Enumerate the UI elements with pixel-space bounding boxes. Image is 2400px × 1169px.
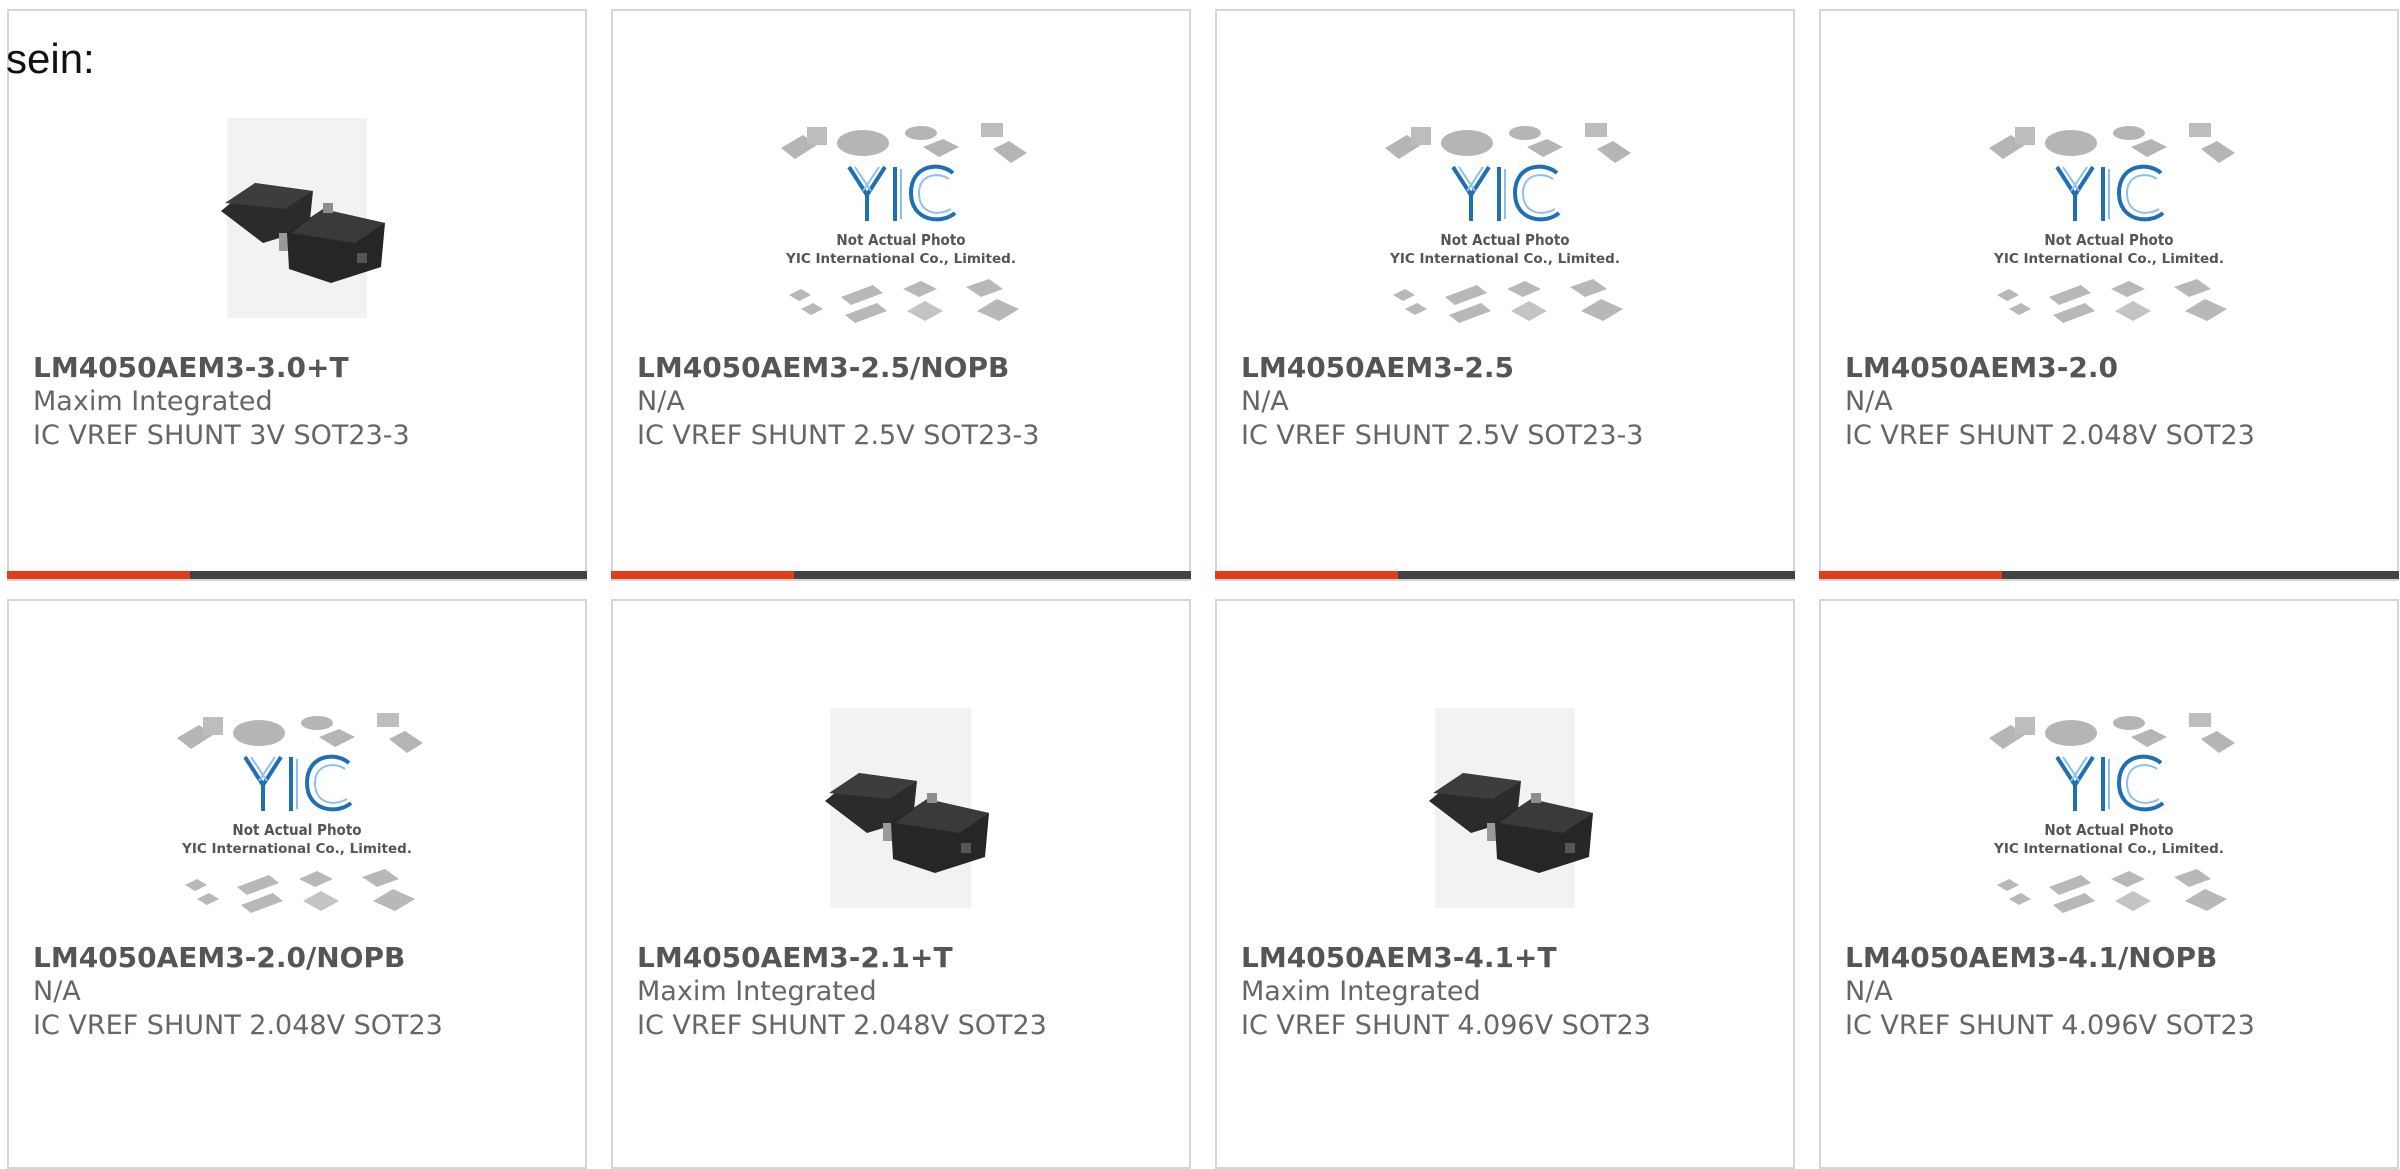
description: IC VREF SHUNT 2.5V SOT23-3 [1241,420,1644,451]
not-actual-photo-image: Not Actual Photo YIC International Co., … [177,713,423,913]
manufacturer: N/A [637,386,685,417]
placeholder-line-1: Not Actual Photo [2044,231,2173,249]
manufacturer: N/A [1845,976,1893,1007]
placeholder-line-2: YIC International Co., Limited. [1993,841,2224,857]
not-actual-photo-image: Not Actual Photo YIC International Co., … [1385,123,1631,323]
part-number[interactable]: LM4050AEM3-2.5 [1241,351,1783,385]
manufacturer: Maxim Integrated [1241,976,1481,1007]
card-accent-bar [7,571,587,579]
part-number[interactable]: LM4050AEM3-2.0/NOPB [33,941,575,975]
part-number[interactable]: LM4050AEM3-2.5/NOPB [637,351,1179,385]
manufacturer: Maxim Integrated [637,976,877,1007]
part-number[interactable]: LM4050AEM3-4.1/NOPB [1845,941,2387,975]
product-image: Not Actual Photo YIC International Co., … [1979,673,2239,943]
sot23-package-image [221,118,385,318]
product-image [167,83,427,353]
manufacturer: N/A [1845,386,1893,417]
product-card[interactable]: Not Actual Photo YIC International Co., … [611,9,1191,581]
description: IC VREF SHUNT 2.5V SOT23-3 [637,420,1040,451]
placeholder-line-1: Not Actual Photo [1440,231,1569,249]
product-card[interactable]: Not Actual Photo YIC International Co., … [7,599,587,1169]
placeholder-line-2: YIC International Co., Limited. [1389,251,1620,267]
manufacturer: N/A [1241,386,1289,417]
placeholder-line-1: Not Actual Photo [836,231,965,249]
placeholder-line-2: YIC International Co., Limited. [785,251,1016,267]
page-label: sein: [6,35,95,82]
description: IC VREF SHUNT 4.096V SOT23 [1845,1010,2255,1041]
description: IC VREF SHUNT 3V SOT23-3 [33,420,410,451]
part-number[interactable]: LM4050AEM3-2.0 [1845,351,2387,385]
sot23-package-image [1429,708,1593,908]
description: IC VREF SHUNT 2.048V SOT23 [33,1010,443,1041]
product-card[interactable]: LM4050AEM3-3.0+T Maxim Integrated IC VRE… [7,9,587,581]
product-image [1375,673,1635,943]
sot23-package-image [825,708,989,908]
placeholder-line-2: YIC International Co., Limited. [181,841,412,857]
card-accent-bar [611,571,1191,579]
product-card[interactable]: Not Actual Photo YIC International Co., … [1215,9,1795,581]
product-card[interactable]: LM4050AEM3-4.1+T Maxim Integrated IC VRE… [1215,599,1795,1169]
manufacturer: N/A [33,976,81,1007]
product-card[interactable]: Not Actual Photo YIC International Co., … [1819,599,2399,1169]
product-image: Not Actual Photo YIC International Co., … [771,83,1031,353]
not-actual-photo-image: Not Actual Photo YIC International Co., … [1989,123,2235,323]
placeholder-line-1: Not Actual Photo [232,821,361,839]
description: IC VREF SHUNT 2.048V SOT23 [1845,420,2255,451]
manufacturer: Maxim Integrated [33,386,273,417]
part-number[interactable]: LM4050AEM3-3.0+T [33,351,575,385]
product-card[interactable]: LM4050AEM3-2.1+T Maxim Integrated IC VRE… [611,599,1191,1169]
card-accent-bar [1215,571,1795,579]
product-card[interactable]: Not Actual Photo YIC International Co., … [1819,9,2399,581]
placeholder-line-1: Not Actual Photo [2044,821,2173,839]
not-actual-photo-image: Not Actual Photo YIC International Co., … [781,123,1027,323]
description: IC VREF SHUNT 2.048V SOT23 [637,1010,1047,1041]
part-number[interactable]: LM4050AEM3-2.1+T [637,941,1179,975]
product-image: Not Actual Photo YIC International Co., … [1375,83,1635,353]
product-image: Not Actual Photo YIC International Co., … [167,673,427,943]
card-accent-bar [1819,571,2399,579]
description: IC VREF SHUNT 4.096V SOT23 [1241,1010,1651,1041]
not-actual-photo-image: Not Actual Photo YIC International Co., … [1989,713,2235,913]
product-image: Not Actual Photo YIC International Co., … [1979,83,2239,353]
product-image [771,673,1031,943]
placeholder-line-2: YIC International Co., Limited. [1993,251,2224,267]
part-number[interactable]: LM4050AEM3-4.1+T [1241,941,1783,975]
